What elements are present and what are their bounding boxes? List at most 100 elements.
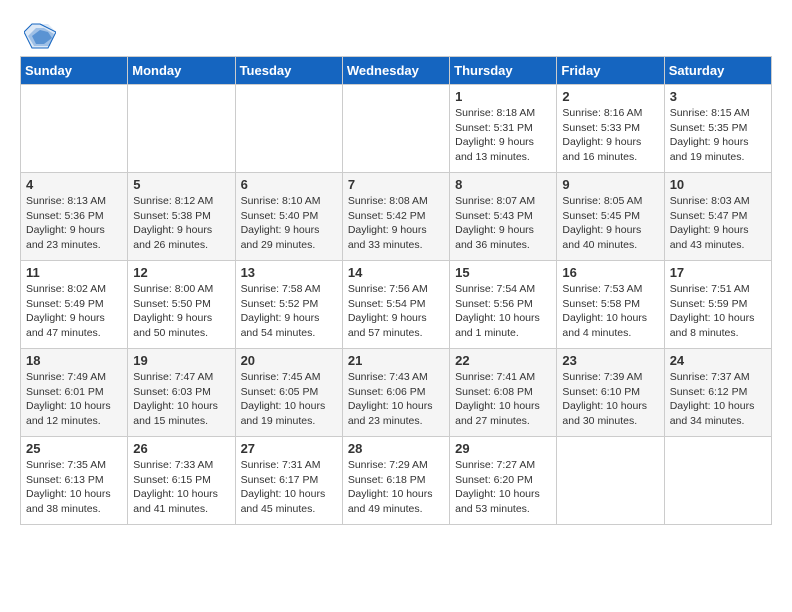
calendar-cell: 3 Sunrise: 8:15 AM Sunset: 5:35 PM Daylig…	[664, 85, 771, 173]
day-number: 4	[26, 177, 122, 192]
cell-info: Sunrise: 7:27 AM Sunset: 6:20 PM Dayligh…	[455, 458, 551, 517]
calendar-cell: 24 Sunrise: 7:37 AM Sunset: 6:12 PM Dayli…	[664, 349, 771, 437]
calendar-cell: 7Sunrise: 8:08 AM Sunset: 5:42 PM Daylig…	[342, 173, 449, 261]
week-row-2: 4 Sunrise: 8:13 AM Sunset: 5:36 PM Daylig…	[21, 173, 772, 261]
day-number: 21	[348, 353, 444, 368]
calendar-cell: 28 Sunrise: 7:29 AM Sunset: 6:18 PM Dayli…	[342, 437, 449, 525]
day-number: 15	[455, 265, 551, 280]
day-number: 27	[241, 441, 337, 456]
header-row: SundayMondayTuesdayWednesdayThursdayFrid…	[21, 57, 772, 85]
cell-info: Sunrise: 7:54 AM Sunset: 5:56 PM Dayligh…	[455, 282, 551, 341]
calendar-cell: 5 Sunrise: 8:12 AM Sunset: 5:38 PM Daylig…	[128, 173, 235, 261]
calendar-cell: 11 Sunrise: 8:02 AM Sunset: 5:49 PM Dayli…	[21, 261, 128, 349]
calendar-cell: 20 Sunrise: 7:45 AM Sunset: 6:05 PM Dayli…	[235, 349, 342, 437]
cell-info: Sunrise: 8:12 AM Sunset: 5:38 PM Dayligh…	[133, 194, 229, 253]
calendar-cell: 29 Sunrise: 7:27 AM Sunset: 6:20 PM Dayli…	[450, 437, 557, 525]
header-saturday: Saturday	[664, 57, 771, 85]
day-number: 26	[133, 441, 229, 456]
calendar-cell: 4 Sunrise: 8:13 AM Sunset: 5:36 PM Daylig…	[21, 173, 128, 261]
header-friday: Friday	[557, 57, 664, 85]
calendar-cell: 8Sunrise: 8:07 AM Sunset: 5:43 PM Daylig…	[450, 173, 557, 261]
calendar-cell: 26 Sunrise: 7:33 AM Sunset: 6:15 PM Dayli…	[128, 437, 235, 525]
cell-info: Sunrise: 8:00 AM Sunset: 5:50 PM Dayligh…	[133, 282, 229, 341]
calendar-cell	[664, 437, 771, 525]
header-wednesday: Wednesday	[342, 57, 449, 85]
calendar-cell: 6 Sunrise: 8:10 AM Sunset: 5:40 PM Daylig…	[235, 173, 342, 261]
header-thursday: Thursday	[450, 57, 557, 85]
day-number: 9	[562, 177, 658, 192]
cell-info: Sunrise: 7:33 AM Sunset: 6:15 PM Dayligh…	[133, 458, 229, 517]
cell-info: Sunrise: 7:29 AM Sunset: 6:18 PM Dayligh…	[348, 458, 444, 517]
day-number: 20	[241, 353, 337, 368]
calendar-table: SundayMondayTuesdayWednesdayThursdayFrid…	[20, 56, 772, 525]
cell-info: Sunrise: 7:41 AM Sunset: 6:08 PM Dayligh…	[455, 370, 551, 429]
cell-info: Sunrise: 7:56 AM Sunset: 5:54 PM Dayligh…	[348, 282, 444, 341]
cell-info: Sunrise: 7:35 AM Sunset: 6:13 PM Dayligh…	[26, 458, 122, 517]
week-row-4: 18Sunrise: 7:49 AM Sunset: 6:01 PM Dayli…	[21, 349, 772, 437]
cell-info: Sunrise: 8:10 AM Sunset: 5:40 PM Dayligh…	[241, 194, 337, 253]
calendar-cell: 25 Sunrise: 7:35 AM Sunset: 6:13 PM Dayli…	[21, 437, 128, 525]
calendar-cell: 12 Sunrise: 8:00 AM Sunset: 5:50 PM Dayli…	[128, 261, 235, 349]
day-number: 11	[26, 265, 122, 280]
cell-info: Sunrise: 7:47 AM Sunset: 6:03 PM Dayligh…	[133, 370, 229, 429]
day-number: 7	[348, 177, 444, 192]
day-number: 19	[133, 353, 229, 368]
cell-info: Sunrise: 8:15 AM Sunset: 5:35 PM Dayligh…	[670, 106, 766, 165]
calendar-header: SundayMondayTuesdayWednesdayThursdayFrid…	[21, 57, 772, 85]
calendar-cell: 14Sunrise: 7:56 AM Sunset: 5:54 PM Dayli…	[342, 261, 449, 349]
day-number: 3	[670, 89, 766, 104]
cell-info: Sunrise: 7:53 AM Sunset: 5:58 PM Dayligh…	[562, 282, 658, 341]
day-number: 29	[455, 441, 551, 456]
day-number: 16	[562, 265, 658, 280]
day-number: 5	[133, 177, 229, 192]
cell-info: Sunrise: 7:49 AM Sunset: 6:01 PM Dayligh…	[26, 370, 122, 429]
header-monday: Monday	[128, 57, 235, 85]
calendar-cell: 2Sunrise: 8:16 AM Sunset: 5:33 PM Daylig…	[557, 85, 664, 173]
calendar-cell: 21 Sunrise: 7:43 AM Sunset: 6:06 PM Dayli…	[342, 349, 449, 437]
calendar-body: 1 Sunrise: 8:18 AM Sunset: 5:31 PM Daylig…	[21, 85, 772, 525]
cell-info: Sunrise: 7:37 AM Sunset: 6:12 PM Dayligh…	[670, 370, 766, 429]
calendar-cell	[21, 85, 128, 173]
day-number: 10	[670, 177, 766, 192]
day-number: 25	[26, 441, 122, 456]
logo-icon	[24, 20, 56, 52]
day-number: 1	[455, 89, 551, 104]
calendar-cell: 17 Sunrise: 7:51 AM Sunset: 5:59 PM Dayli…	[664, 261, 771, 349]
day-number: 17	[670, 265, 766, 280]
cell-info: Sunrise: 8:18 AM Sunset: 5:31 PM Dayligh…	[455, 106, 551, 165]
calendar-cell: 16 Sunrise: 7:53 AM Sunset: 5:58 PM Dayli…	[557, 261, 664, 349]
cell-info: Sunrise: 8:13 AM Sunset: 5:36 PM Dayligh…	[26, 194, 122, 253]
cell-info: Sunrise: 8:02 AM Sunset: 5:49 PM Dayligh…	[26, 282, 122, 341]
cell-info: Sunrise: 7:43 AM Sunset: 6:06 PM Dayligh…	[348, 370, 444, 429]
day-number: 13	[241, 265, 337, 280]
calendar-cell: 1 Sunrise: 8:18 AM Sunset: 5:31 PM Daylig…	[450, 85, 557, 173]
cell-info: Sunrise: 8:05 AM Sunset: 5:45 PM Dayligh…	[562, 194, 658, 253]
day-number: 8	[455, 177, 551, 192]
day-number: 23	[562, 353, 658, 368]
calendar-cell: 10 Sunrise: 8:03 AM Sunset: 5:47 PM Dayli…	[664, 173, 771, 261]
calendar-cell	[342, 85, 449, 173]
calendar-cell	[557, 437, 664, 525]
cell-info: Sunrise: 7:45 AM Sunset: 6:05 PM Dayligh…	[241, 370, 337, 429]
calendar-cell: 27Sunrise: 7:31 AM Sunset: 6:17 PM Dayli…	[235, 437, 342, 525]
calendar-cell	[128, 85, 235, 173]
day-number: 12	[133, 265, 229, 280]
week-row-1: 1 Sunrise: 8:18 AM Sunset: 5:31 PM Daylig…	[21, 85, 772, 173]
calendar-cell: 13 Sunrise: 7:58 AM Sunset: 5:52 PM Dayli…	[235, 261, 342, 349]
day-number: 2	[562, 89, 658, 104]
calendar-cell: 9 Sunrise: 8:05 AM Sunset: 5:45 PM Daylig…	[557, 173, 664, 261]
cell-info: Sunrise: 7:39 AM Sunset: 6:10 PM Dayligh…	[562, 370, 658, 429]
week-row-3: 11 Sunrise: 8:02 AM Sunset: 5:49 PM Dayli…	[21, 261, 772, 349]
day-number: 6	[241, 177, 337, 192]
day-number: 24	[670, 353, 766, 368]
calendar-cell	[235, 85, 342, 173]
cell-info: Sunrise: 7:51 AM Sunset: 5:59 PM Dayligh…	[670, 282, 766, 341]
cell-info: Sunrise: 8:03 AM Sunset: 5:47 PM Dayligh…	[670, 194, 766, 253]
day-number: 28	[348, 441, 444, 456]
week-row-5: 25 Sunrise: 7:35 AM Sunset: 6:13 PM Dayli…	[21, 437, 772, 525]
cell-info: Sunrise: 7:58 AM Sunset: 5:52 PM Dayligh…	[241, 282, 337, 341]
header-tuesday: Tuesday	[235, 57, 342, 85]
calendar-cell: 23 Sunrise: 7:39 AM Sunset: 6:10 PM Dayli…	[557, 349, 664, 437]
calendar-cell: 19 Sunrise: 7:47 AM Sunset: 6:03 PM Dayli…	[128, 349, 235, 437]
logo	[20, 20, 56, 52]
